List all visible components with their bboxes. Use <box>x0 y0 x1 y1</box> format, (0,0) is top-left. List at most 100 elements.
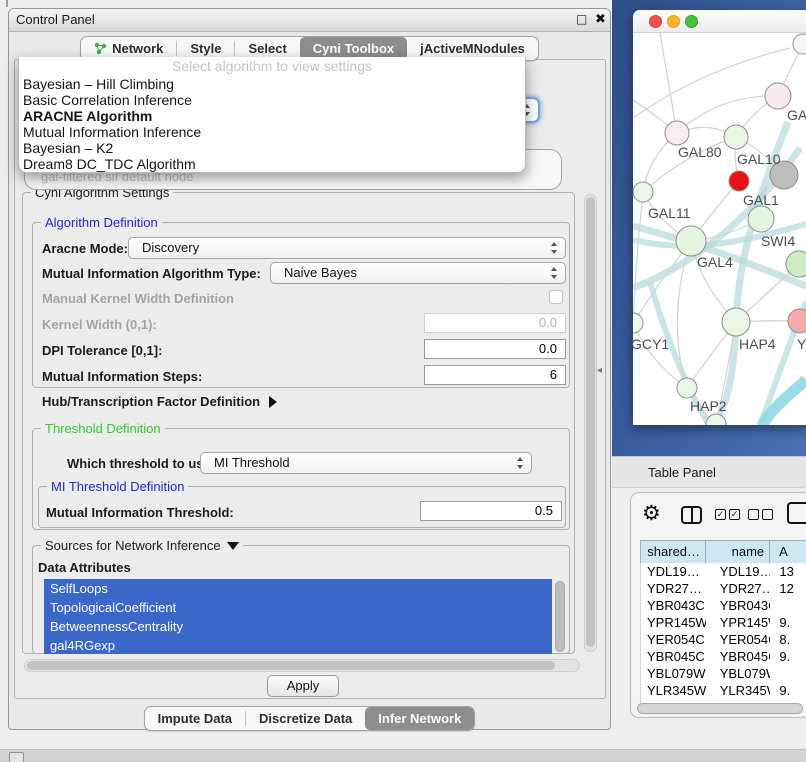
aracne-mode-combo[interactable]: Discovery <box>128 237 566 259</box>
attribute-item-selfloops[interactable]: SelfLoops <box>44 579 552 598</box>
mi-threshold-field[interactable]: 0.5 <box>420 501 562 521</box>
traffic-light-zoom-icon[interactable] <box>685 15 698 28</box>
node-gcy1[interactable] <box>633 313 643 333</box>
table-cell <box>770 665 806 682</box>
apply-button[interactable]: Apply <box>267 675 339 697</box>
node-gal-right[interactable] <box>765 83 791 109</box>
traffic-light-minimize-icon[interactable] <box>667 15 680 28</box>
node-y-right[interactable] <box>788 309 806 333</box>
network-tab-icon <box>94 42 107 55</box>
traffic-light-close-icon[interactable] <box>649 15 662 28</box>
float-window-icon[interactable]: □ <box>576 12 587 26</box>
algorithm-select-placeholder: Select algorithm to view settings <box>19 57 525 76</box>
table-cell: YBL079W <box>641 665 706 682</box>
table-row-3[interactable]: YBR043CYBR043C <box>641 597 806 614</box>
attribute-item-gal4rgexp[interactable]: gal4RGexp <box>44 636 552 654</box>
algorithm-option-bayesian-hill-climbing[interactable]: Bayesian – Hill Climbing <box>19 76 525 92</box>
node-gal1[interactable] <box>748 206 774 232</box>
which-threshold-combo[interactable]: MI Threshold <box>200 452 532 474</box>
table-icon[interactable] <box>787 502 806 524</box>
settings-vertical-scrollbar[interactable] <box>584 194 597 652</box>
table-row-1[interactable]: YDL19…YDL19…13 <box>641 563 806 580</box>
mi-steps-label: Mutual Information Steps: <box>42 369 202 384</box>
node-gal-right-label: GAL <box>787 107 806 123</box>
node-gal4[interactable] <box>676 226 706 256</box>
network-edge <box>677 96 778 133</box>
node-hap4[interactable] <box>722 308 750 336</box>
table-cell: YBL079W <box>706 665 771 682</box>
unselect-all-columns-icon[interactable] <box>748 509 773 520</box>
algorithm-option-aracne-algorithm[interactable]: ARACNE Algorithm <box>19 108 525 124</box>
expand-right-icon <box>269 396 277 408</box>
bottom-tab-impute-data[interactable]: Impute Data <box>145 707 245 730</box>
algorithm-option-mutual-information-inference[interactable]: Mutual Information Inference <box>19 124 525 140</box>
table-cell: YLR345W <box>706 682 771 699</box>
window-edge-tick <box>6 0 8 7</box>
network-window-titlebar[interactable] <box>633 10 806 33</box>
minimized-panel-icon[interactable] <box>9 752 24 762</box>
node-table-header[interactable]: shared…nameA <box>640 540 806 564</box>
node-gal80[interactable] <box>665 121 689 145</box>
column-header-2[interactable]: name <box>706 541 770 563</box>
manual-kernel-width-checkbox <box>549 290 563 304</box>
table-row-4[interactable]: YPR145WYPR145W9. <box>641 614 806 631</box>
table-cell: YBR043C <box>641 597 706 614</box>
network-canvas[interactable]: GALGAL80GAL10GAL1GAL11GAL4SWI4GCY1HAP4YH… <box>633 33 806 425</box>
bottom-tab-discretize-data[interactable]: Discretize Data <box>246 707 365 730</box>
table-horizontal-scrollbar[interactable] <box>637 703 803 714</box>
algorithm-option-dream8-dc-tdc-algorithm[interactable]: Dream8 DC_TDC Algorithm <box>19 156 525 172</box>
group-title: Algorithm Definition <box>41 215 162 230</box>
node-hap2[interactable] <box>677 378 697 398</box>
checkbox-glyph: ✓ <box>715 509 726 520</box>
node-top-right[interactable] <box>793 34 806 54</box>
table-cell: 8. <box>770 631 806 648</box>
hub-definition-expander[interactable]: Hub/Transcription Factor Definition <box>42 394 277 409</box>
data-attributes-list[interactable]: SelfLoopsTopologicalCoefficientBetweenne… <box>44 579 552 654</box>
control-panel-titlebar[interactable] <box>9 9 610 32</box>
table-row-7[interactable]: YBL079WYBL079W <box>641 665 806 682</box>
algorithm-option-basic-correlation-inference[interactable]: Basic Correlation Inference <box>19 92 525 108</box>
format-columns-icon[interactable] <box>681 506 702 524</box>
bottom-tab-infer-network[interactable]: Infer Network <box>365 707 474 730</box>
table-row-8[interactable]: YLR345WYLR345W9. <box>641 682 806 699</box>
table-row-2[interactable]: YDR27…YDR27…12 <box>641 580 806 597</box>
node-red[interactable] <box>729 171 749 191</box>
mi-algorithm-type-combo[interactable]: Naive Bayes <box>270 262 566 284</box>
node-gal10-label: GAL10 <box>737 151 781 167</box>
table-cell <box>770 597 806 614</box>
stepper-icon <box>551 267 558 279</box>
table-cell: 12 <box>770 580 806 597</box>
table-cell: 9. <box>770 682 806 699</box>
tab-label: Impute Data <box>158 708 232 730</box>
attribute-item-betweennesscentrality[interactable]: BetweennessCentrality <box>44 617 552 636</box>
mi-algorithm-type-label: Mutual Information Algorithm Type: <box>42 266 261 281</box>
mi-steps-field[interactable]: 6 <box>424 365 566 385</box>
attributes-list-scrollbar[interactable] <box>555 581 565 652</box>
settings-gear-icon[interactable]: ⚙ <box>642 501 661 525</box>
select-all-columns-icon[interactable]: ✓✓ <box>715 509 740 520</box>
algorithm-option-bayesian-k2[interactable]: Bayesian – K2 <box>19 140 525 156</box>
splitter-collapse-icon[interactable]: ◂ <box>597 365 602 376</box>
settings-horizontal-scrollbar[interactable] <box>24 659 580 672</box>
bottom-tabs: Impute Data Discretize DataInfer Network <box>144 706 476 731</box>
table-cell: YBR043C <box>706 597 771 614</box>
node-table-body: YDL19…YDL19…13YDR27…YDR27…12YBR043CYBR04… <box>640 563 806 707</box>
table-row-5[interactable]: YER054CYER054C8. <box>641 631 806 648</box>
column-header-1[interactable]: shared… <box>641 541 706 563</box>
table-cell: YDL19… <box>641 563 706 580</box>
attribute-item-topologicalcoefficient[interactable]: TopologicalCoefficient <box>44 598 552 617</box>
table-cell: YBR045C <box>641 648 706 665</box>
dpi-tolerance-field[interactable]: 0.0 <box>424 339 566 359</box>
checkbox-glyph <box>748 509 759 520</box>
close-window-icon[interactable]: ✖ <box>595 12 606 27</box>
table-panel-title: Table Panel <box>648 465 716 480</box>
node-gal80-label: GAL80 <box>678 144 722 160</box>
table-cell: 9. <box>770 648 806 665</box>
node-gal11[interactable] <box>633 182 653 202</box>
manual-kernel-width-label: Manual Kernel Width Definition <box>42 291 234 306</box>
checkbox-glyph <box>762 509 773 520</box>
column-header-3[interactable]: A <box>770 541 806 563</box>
node-gal10[interactable] <box>724 125 748 149</box>
network-edge <box>633 323 687 388</box>
table-row-6[interactable]: YBR045CYBR045C9. <box>641 648 806 665</box>
